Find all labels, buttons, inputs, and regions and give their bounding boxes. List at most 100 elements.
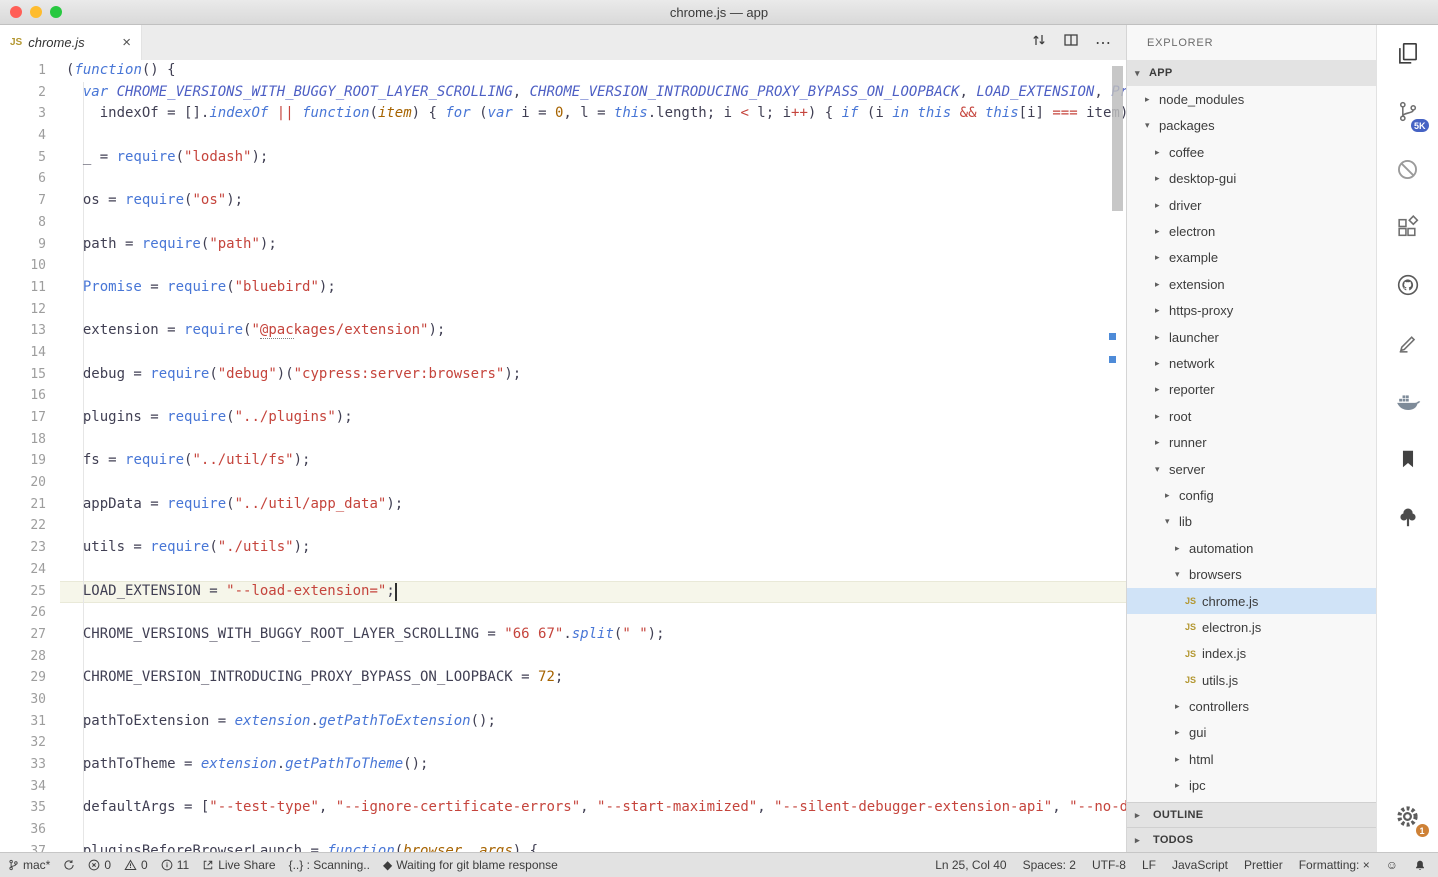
source-control-activity-button[interactable]: 5K xyxy=(1388,91,1428,131)
code-line-6 xyxy=(66,168,1126,190)
code-line-34 xyxy=(66,776,1126,798)
tree-item-chrome.js[interactable]: JSchrome.js xyxy=(1127,588,1376,614)
git-branch[interactable]: mac* xyxy=(8,858,50,872)
tab-label: chrome.js xyxy=(28,35,84,50)
live-share[interactable]: Live Share xyxy=(202,858,275,872)
chevron-right-icon: ▸ xyxy=(1175,543,1189,554)
code-editor[interactable]: 1234567891011121314151617181920212223242… xyxy=(0,60,1126,852)
status-label: Formatting: × xyxy=(1299,858,1370,872)
js-file-icon: JS xyxy=(1185,675,1202,685)
scrollbar-thumb[interactable] xyxy=(1112,66,1123,211)
close-window-button[interactable] xyxy=(10,6,22,18)
status-left: mac* 00 11 Live Share {..} : Scanning.. ◆Wait… xyxy=(0,858,558,872)
section-outline[interactable]: ▸OUTLINE xyxy=(1127,802,1376,827)
line-number: 10 xyxy=(0,255,46,277)
line-number: 33 xyxy=(0,754,46,776)
tree-item-automation[interactable]: ▸automation xyxy=(1127,535,1376,561)
tree-item-label: coffee xyxy=(1169,145,1204,160)
tree-item-network[interactable]: ▸network xyxy=(1127,350,1376,376)
notifications-bell[interactable] xyxy=(1414,859,1426,872)
bell-icon xyxy=(1414,859,1426,872)
disabled-activity-button[interactable] xyxy=(1388,149,1428,189)
scrollbar[interactable] xyxy=(1108,60,1126,852)
encoding[interactable]: UTF-8 xyxy=(1092,858,1126,872)
chevron-right-icon: ▸ xyxy=(1155,226,1169,237)
tab-chrome-js[interactable]: JS chrome.js × xyxy=(0,25,142,60)
tree-item-example[interactable]: ▸example xyxy=(1127,245,1376,271)
cursor-position[interactable]: Ln 25, Col 40 xyxy=(935,858,1006,872)
tree-item-coffee[interactable]: ▸coffee xyxy=(1127,139,1376,165)
tree-item-server[interactable]: ▾server xyxy=(1127,456,1376,482)
language-mode[interactable]: JavaScript xyxy=(1172,858,1228,872)
tree-item-reporter[interactable]: ▸reporter xyxy=(1127,377,1376,403)
edit-activity-button[interactable] xyxy=(1388,323,1428,363)
code-line-18 xyxy=(66,429,1126,451)
eol[interactable]: LF xyxy=(1142,858,1156,872)
tree-item-label: node_modules xyxy=(1159,92,1244,107)
tree-item-controllers[interactable]: ▸controllers xyxy=(1127,693,1376,719)
zoom-window-button[interactable] xyxy=(50,6,62,18)
project-tree-activity-button[interactable] xyxy=(1388,497,1428,537)
status-label: Spaces: 2 xyxy=(1023,858,1076,872)
info-count[interactable]: 11 xyxy=(161,858,189,872)
tree-item-desktop-gui[interactable]: ▸desktop-gui xyxy=(1127,166,1376,192)
tree-item-ipc[interactable]: ▸ipc xyxy=(1127,773,1376,799)
tree-item-launcher[interactable]: ▸launcher xyxy=(1127,324,1376,350)
tree-item-APP[interactable]: ▾APP xyxy=(1127,60,1376,86)
formatting-toggle[interactable]: Formatting: × xyxy=(1299,858,1370,872)
feedback-smiley[interactable]: ☺ xyxy=(1386,858,1398,872)
js-file-icon: JS xyxy=(1185,596,1202,606)
docker-activity-button[interactable] xyxy=(1388,381,1428,421)
line-number: 34 xyxy=(0,776,46,798)
settings-activity-button[interactable]: 1 xyxy=(1388,796,1428,836)
tree-item-https-proxy[interactable]: ▸https-proxy xyxy=(1127,298,1376,324)
close-tab-icon[interactable]: × xyxy=(122,34,131,51)
tree-item-browsers[interactable]: ▾browsers xyxy=(1127,561,1376,587)
tree-item-driver[interactable]: ▸driver xyxy=(1127,192,1376,218)
tree-item-runner[interactable]: ▸runner xyxy=(1127,429,1376,455)
error-count[interactable]: 0 xyxy=(88,858,111,872)
sync-icon xyxy=(63,859,75,871)
git-blame-status[interactable]: ◆Waiting for git blame response xyxy=(383,858,558,872)
tree-item-packages[interactable]: ▾packages xyxy=(1127,113,1376,139)
section-todos[interactable]: ▸TODOS xyxy=(1127,827,1376,852)
code-line-22 xyxy=(66,515,1126,537)
line-numbers: 1234567891011121314151617181920212223242… xyxy=(0,60,60,852)
split-editor-icon[interactable] xyxy=(1063,32,1079,53)
minimize-window-button[interactable] xyxy=(30,6,42,18)
line-number: 21 xyxy=(0,494,46,516)
explorer-activity-button[interactable] xyxy=(1388,33,1428,73)
tree-item-label: chrome.js xyxy=(1202,594,1258,609)
chevron-right-icon: ▸ xyxy=(1155,279,1169,290)
tree-item-html[interactable]: ▸html xyxy=(1127,746,1376,772)
line-number: 12 xyxy=(0,299,46,321)
tree-item-electron.js[interactable]: JSelectron.js xyxy=(1127,614,1376,640)
tree-item-gui[interactable]: ▸gui xyxy=(1127,720,1376,746)
tree-item-utils.js[interactable]: JSutils.js xyxy=(1127,667,1376,693)
scanning-status[interactable]: {..} : Scanning.. xyxy=(289,858,370,872)
status-label: mac* xyxy=(23,858,50,872)
indentation[interactable]: Spaces: 2 xyxy=(1023,858,1076,872)
github-activity-button[interactable] xyxy=(1388,265,1428,305)
tree-item-extension[interactable]: ▸extension xyxy=(1127,271,1376,297)
tree-item-index.js[interactable]: JSindex.js xyxy=(1127,641,1376,667)
sync-status[interactable] xyxy=(63,859,75,871)
chevron-right-icon: ▸ xyxy=(1155,437,1169,448)
code-line-4 xyxy=(66,125,1126,147)
tree-item-label: lib xyxy=(1179,514,1192,529)
line-number: 27 xyxy=(0,624,46,646)
open-changes-icon[interactable] xyxy=(1031,32,1047,53)
extensions-activity-button[interactable] xyxy=(1388,207,1428,247)
tree-item-label: gui xyxy=(1189,725,1206,740)
tree-item-lib[interactable]: ▾lib xyxy=(1127,509,1376,535)
more-actions-icon[interactable]: ⋯ xyxy=(1095,33,1112,53)
tree-item-root[interactable]: ▸root xyxy=(1127,403,1376,429)
tree-item-config[interactable]: ▸config xyxy=(1127,482,1376,508)
tree-item-node_modules[interactable]: ▸node_modules xyxy=(1127,86,1376,112)
warning-count[interactable]: 0 xyxy=(124,858,148,872)
tree-item-electron[interactable]: ▸electron xyxy=(1127,218,1376,244)
tree-item-label: ipc xyxy=(1189,778,1206,793)
bookmarks-activity-button[interactable] xyxy=(1388,439,1428,479)
formatter-prettier[interactable]: Prettier xyxy=(1244,858,1283,872)
chevron-right-icon: ▸ xyxy=(1155,384,1169,395)
